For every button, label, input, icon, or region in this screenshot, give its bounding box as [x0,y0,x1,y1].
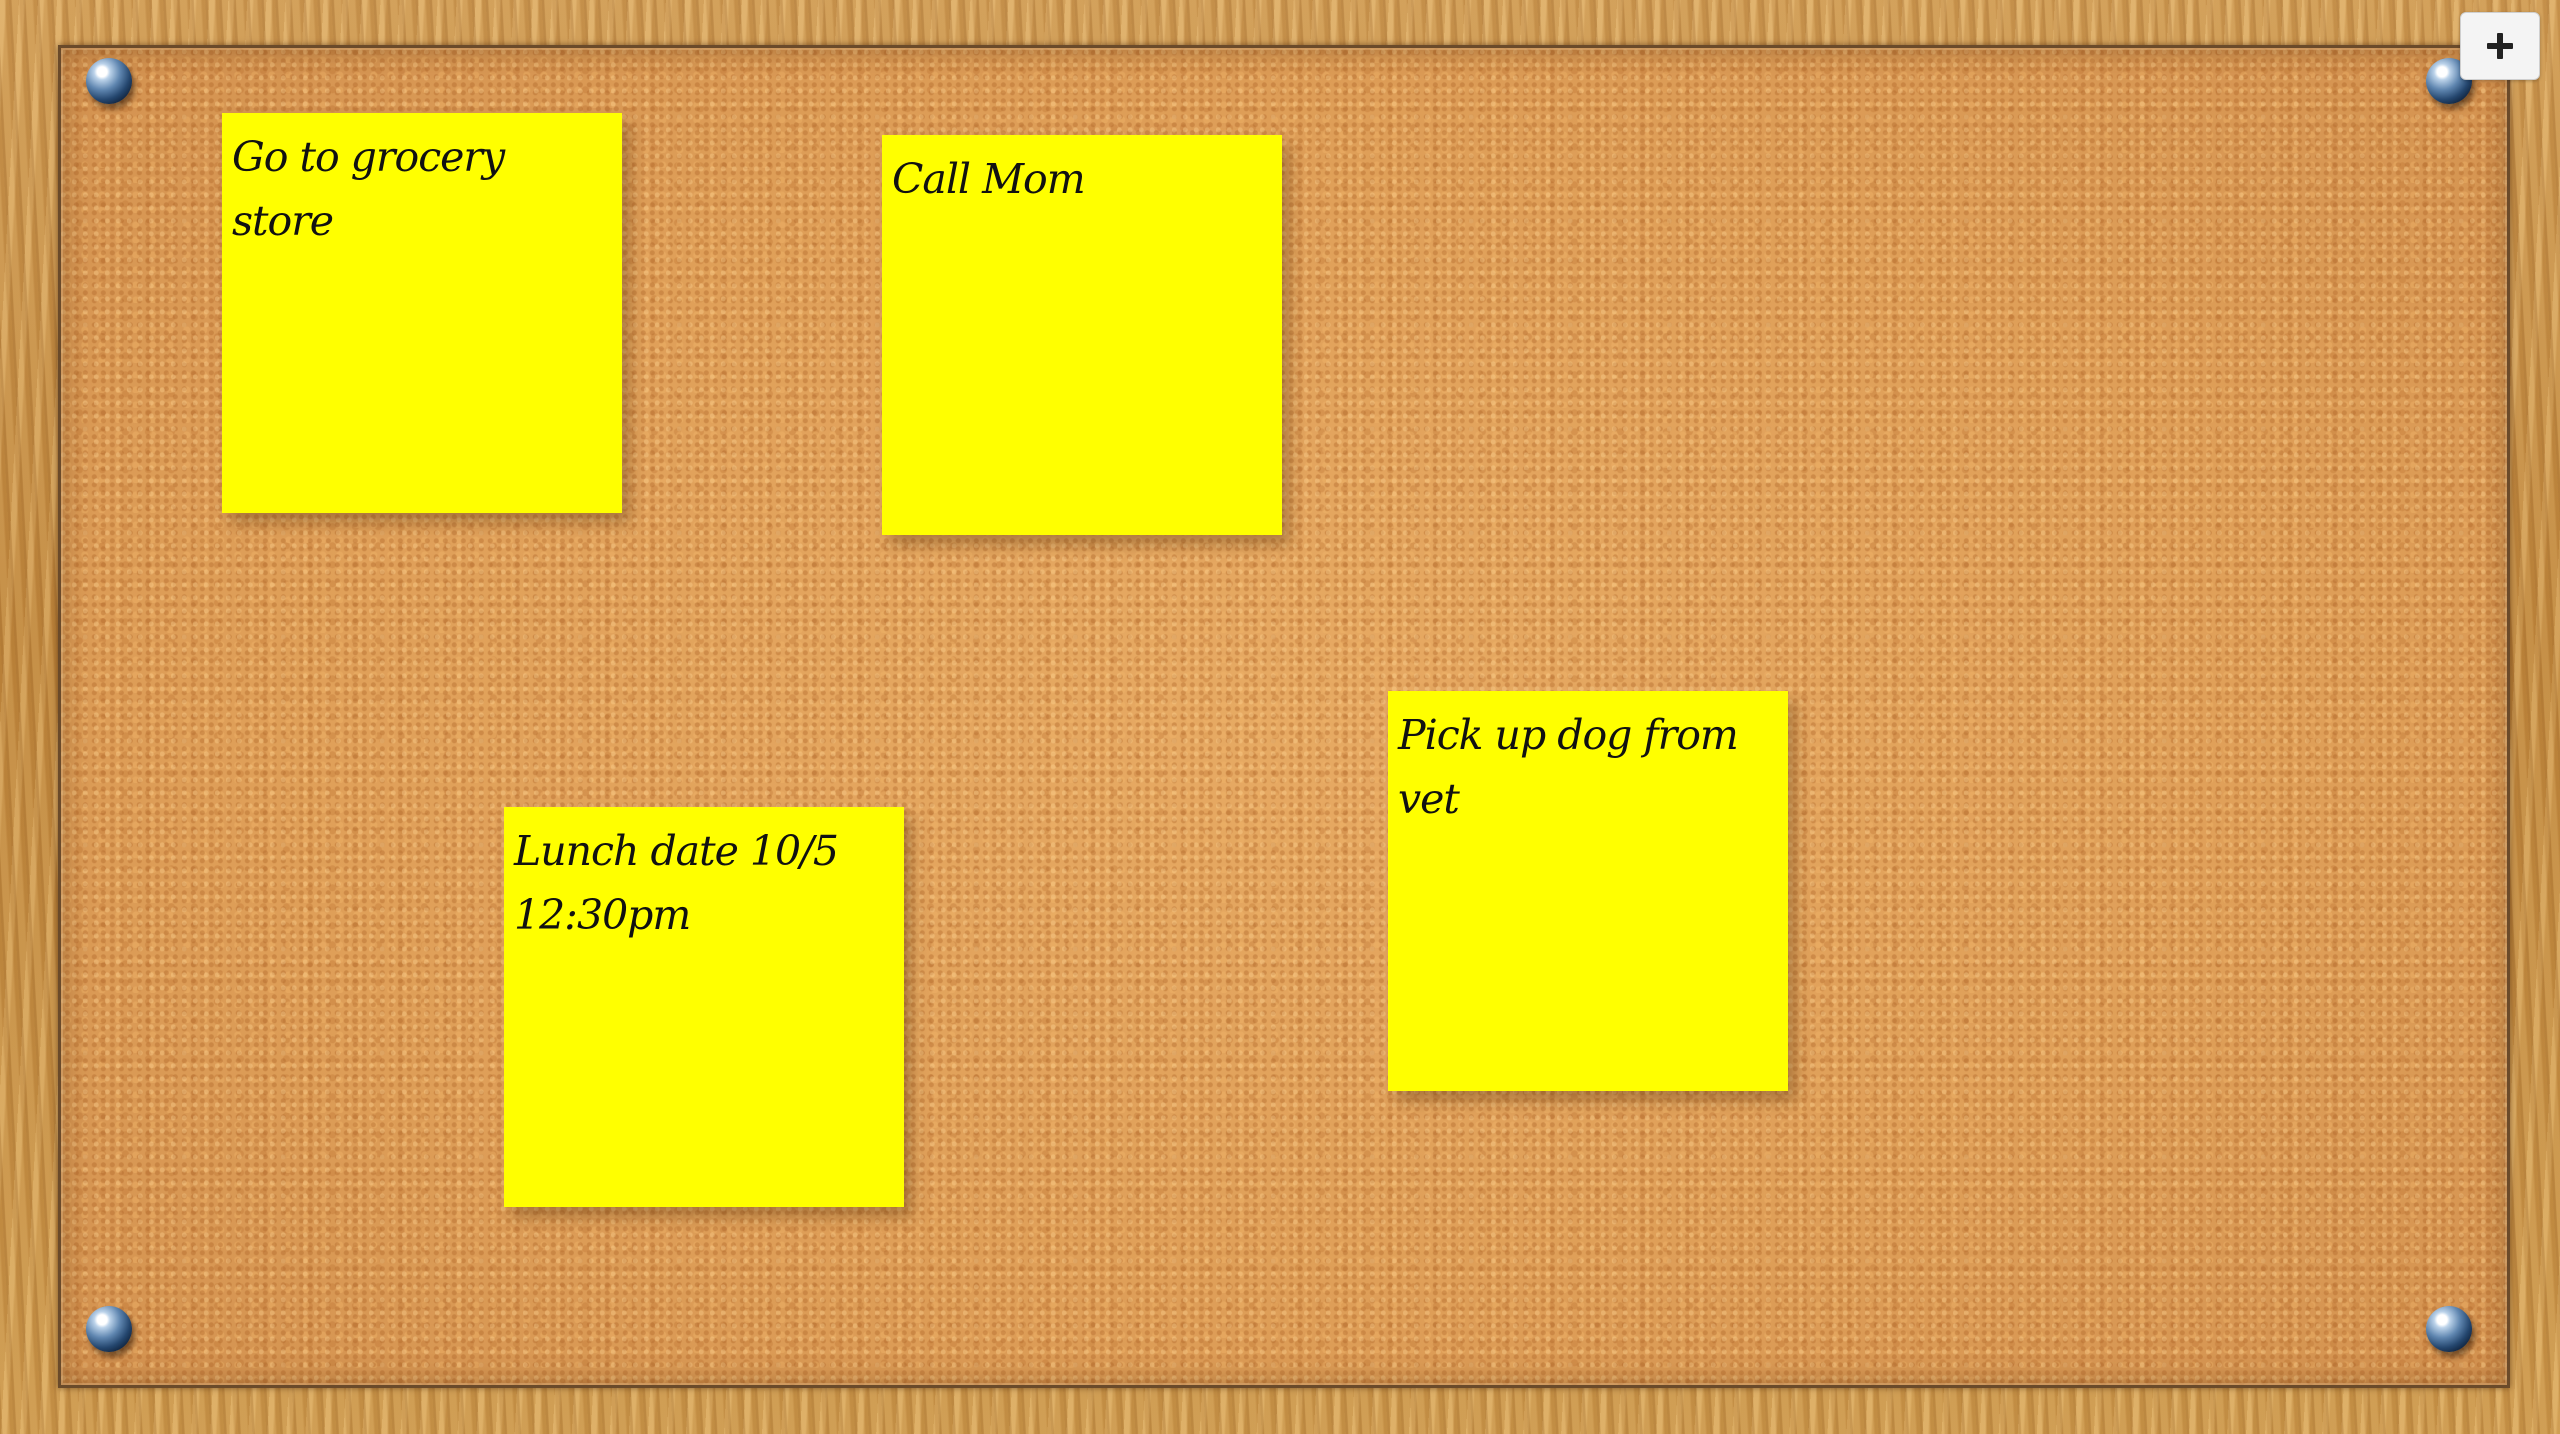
sticky-note-text[interactable]: Call Mom [892,147,1272,211]
sticky-note-grocery[interactable]: Go to grocery store [222,113,622,513]
sticky-note-text[interactable]: Lunch date 10/5 12:30pm [514,819,894,947]
pushpin-bottom-right-icon [2426,1306,2472,1352]
plus-icon [2487,33,2513,59]
add-note-button[interactable] [2460,12,2540,80]
sticky-note-text[interactable]: Pick up dog from vet [1398,703,1778,831]
pushpin-bottom-left-icon [86,1306,132,1352]
sticky-note-pick-up-dog[interactable]: Pick up dog from vet [1388,691,1788,1091]
sticky-note-lunch-date[interactable]: Lunch date 10/5 12:30pm [504,807,904,1207]
pushpin-top-left-icon [86,58,132,104]
sticky-note-text[interactable]: Go to grocery store [232,125,612,253]
sticky-note-call-mom[interactable]: Call Mom [882,135,1282,535]
wooden-frame: Go to grocery store Call Mom Lunch date … [0,0,2560,1434]
